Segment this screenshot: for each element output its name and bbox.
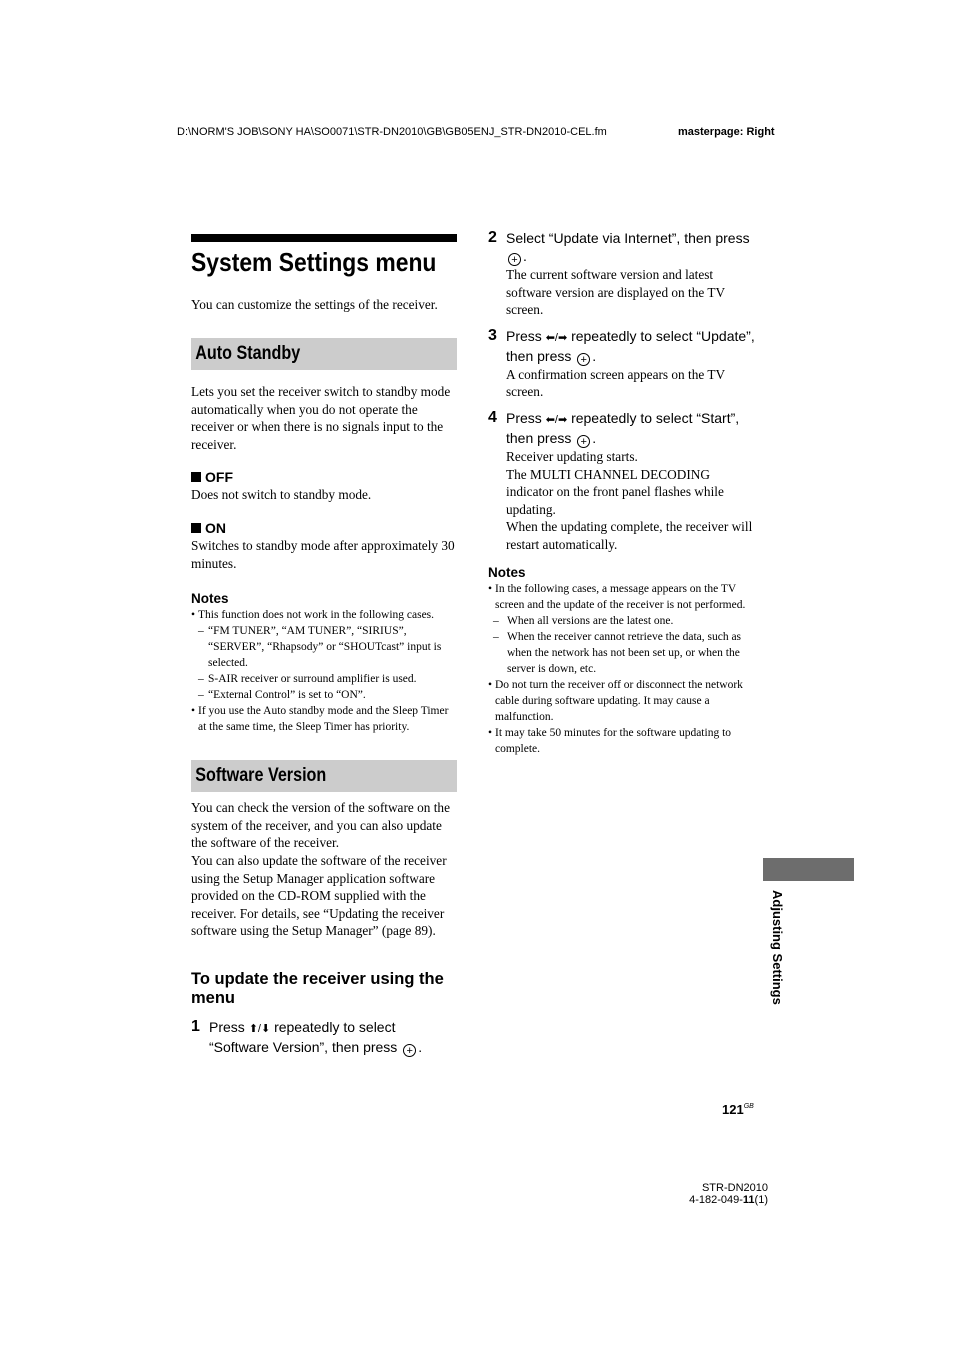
step-result: The MULTI CHANNEL DECODING indicator on … (506, 466, 724, 517)
note-subitem: – “FM TUNER”, “AM TUNER”, “SIRIUS”, “SERV… (198, 625, 442, 670)
step-result: When the updating complete, the receiver… (506, 519, 753, 552)
step-1: 1 Press ⬆/⬇ repeatedly to select “Softwa… (191, 1018, 457, 1057)
option-off-description: Does not switch to standby mode. (191, 487, 372, 503)
software-version-description-2: You can also update the software of the … (191, 852, 447, 939)
page-number-suffix: GB (743, 1103, 754, 1110)
step-result: The current software version and latest … (506, 267, 725, 318)
step-result: A confirmation screen appears on the TV … (506, 366, 725, 400)
option-on: ON (191, 520, 457, 537)
notes-heading: Notes (191, 591, 229, 607)
header-masterpage: masterpage: Right (678, 126, 775, 138)
square-bullet-icon (191, 472, 201, 483)
header-file-path: D:\NORM'S JOB\SONY HA\SO0071\STR-DN2010\… (177, 126, 607, 138)
section-heading-auto-standby: Auto Standby (191, 338, 457, 370)
part-number: 4-182-049-11(1) (660, 1194, 768, 1206)
part-number-bold: 11 (742, 1194, 755, 1206)
step-instruction: Press ⬅/➡ repeatedly to select “Start”, … (506, 409, 740, 448)
auto-standby-description: Lets you set the receiver switch to stan… (191, 384, 451, 452)
option-label: ON (205, 519, 226, 536)
square-bullet-icon (191, 522, 201, 533)
model-info: STR-DN2010 4-182-049-11(1) (660, 1182, 768, 1206)
note-subitem-text: “External Control” is set to “ON”. (208, 689, 366, 702)
chapter-tab (763, 858, 854, 881)
step-number: 1 (191, 1017, 200, 1035)
step-text: Press (506, 409, 546, 426)
note-subitem-text: When the receiver cannot retrieve the da… (507, 630, 742, 675)
note-subitem-text: S-AIR receiver or surround amplifier is … (208, 673, 417, 686)
title-rule (191, 234, 457, 242)
enter-button-icon: + (577, 434, 591, 448)
subheading-update-menu: To update the receiver using the menu (191, 969, 444, 1007)
left-column: System Settings menu You can customize t… (191, 234, 457, 1057)
note-subitem: – S-AIR receiver or surround amplifier is… (198, 673, 417, 686)
page-intro: You can customize the settings of the re… (191, 297, 438, 312)
part-number-prefix: 4-182-049- (689, 1194, 743, 1206)
page-number-value: 121 (722, 1102, 744, 1117)
note-subitem-text: “FM TUNER”, “AM TUNER”, “SIRIUS”, “SERVE… (208, 625, 442, 670)
model-name: STR-DN2010 (701, 1182, 768, 1194)
section-heading-software-version: Software Version (191, 760, 457, 793)
left-right-arrow-icon: ⬅/➡ (545, 413, 568, 426)
step-2: 2 Select “Update via Internet”, then pre… (488, 229, 756, 319)
note-subitem: – When the receiver cannot retrieve the d… (493, 630, 742, 675)
note-item: In the following cases, a message appear… (488, 581, 756, 613)
software-version-description: You can check the version of the softwar… (191, 800, 450, 851)
step-instruction: Select “Update via Internet”, then press… (506, 230, 750, 266)
step-text: Press (209, 1018, 249, 1035)
chapter-label: Adjusting Settings (770, 890, 785, 1005)
enter-button-icon: + (577, 352, 591, 366)
note-subitem: – When all versions are the latest one. (493, 614, 674, 627)
enter-button-icon: + (508, 253, 521, 266)
section-heading-label: Software Version (195, 765, 327, 787)
left-right-arrow-icon: ⬅/➡ (545, 331, 568, 344)
note-subitem-text: When all versions are the latest one. (507, 614, 674, 627)
note-item: It may take 50 minutes for the software … (488, 725, 756, 757)
step-number: 3 (488, 326, 497, 344)
note-item: This function does not work in the follo… (191, 607, 457, 623)
section-heading-label: Auto Standby (195, 343, 301, 364)
note-item: If you use the Auto standby mode and the… (191, 703, 457, 735)
part-number-suffix: (1) (754, 1194, 768, 1206)
step-instruction: Press ⬆/⬇ repeatedly to select “Software… (209, 1018, 423, 1057)
step-text: Press (506, 327, 546, 344)
step-text: Select “Update via Internet”, then press (506, 230, 750, 246)
option-label: OFF (205, 469, 233, 486)
notes-heading: Notes (488, 564, 526, 580)
note-item: Do not turn the receiver off or disconne… (488, 677, 756, 725)
page-title: System Settings menu (191, 247, 437, 277)
step-number: 2 (488, 229, 497, 246)
step-instruction: Press ⬅/➡ repeatedly to select “Update”,… (506, 327, 755, 366)
step-3: 3 Press ⬅/➡ repeatedly to select “Update… (488, 327, 756, 401)
right-column: 2 Select “Update via Internet”, then pre… (488, 229, 756, 757)
step-number: 4 (488, 408, 497, 426)
option-off: OFF (191, 469, 457, 486)
note-subitem: – “External Control” is set to “ON”. (198, 689, 366, 702)
up-down-arrow-icon: ⬆/⬇ (248, 1022, 271, 1035)
option-on-description: Switches to standby mode after approxima… (191, 537, 455, 571)
step-4: 4 Press ⬅/➡ repeatedly to select “Start”… (488, 409, 756, 554)
enter-button-icon: + (403, 1043, 417, 1057)
page-number: 121GB (722, 1102, 754, 1117)
step-result: Receiver updating starts. (506, 448, 638, 464)
